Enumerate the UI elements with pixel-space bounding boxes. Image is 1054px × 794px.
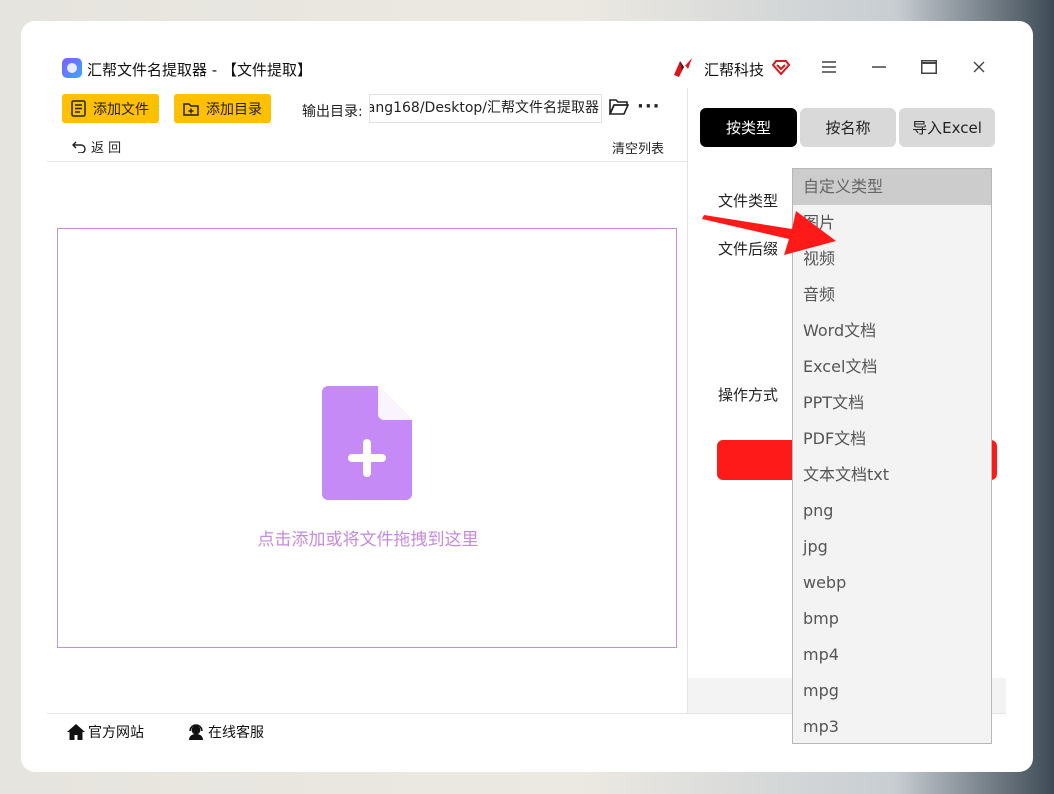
dropdown-option[interactable]: bmp (793, 601, 991, 637)
tab-by-type[interactable]: 按类型 (700, 108, 797, 147)
tab-by-name[interactable]: 按名称 (800, 108, 896, 147)
menu-button[interactable] (817, 55, 841, 79)
dropdown-option[interactable]: 自定义类型 (793, 169, 991, 205)
output-directory-field[interactable]: ang168/Desktop/汇帮文件名提取器 (369, 94, 602, 123)
brand-name: 汇帮科技 (704, 61, 765, 79)
brand-logo-icon (674, 58, 692, 77)
official-site-label: 官方网站 (88, 725, 144, 741)
dropdown-option[interactable]: 音频 (793, 277, 991, 313)
dropdown-option[interactable]: PDF文档 (793, 421, 991, 457)
toolbar-divider (47, 161, 687, 162)
home-icon (67, 724, 85, 740)
more-options-icon[interactable]: ··· (637, 96, 661, 117)
add-directory-label: 添加目录 (206, 101, 262, 118)
file-drop-zone[interactable]: 点击添加或将文件拖拽到这里 (57, 228, 677, 648)
dropdown-option[interactable]: png (793, 493, 991, 529)
operation-mode-label: 操作方式 (718, 386, 779, 404)
dropdown-option[interactable]: Word文档 (793, 313, 991, 349)
add-directory-button[interactable]: 添加目录 (174, 94, 271, 123)
app-logo-icon (62, 58, 82, 78)
maximize-icon (921, 60, 937, 74)
official-site-link[interactable]: 官方网站 (67, 722, 144, 742)
dropdown-option[interactable]: mpg (793, 673, 991, 709)
dropdown-option[interactable]: mp3 (793, 709, 991, 745)
headset-icon (189, 723, 203, 740)
maximize-button[interactable] (917, 55, 941, 79)
back-label: 返 回 (91, 141, 122, 156)
add-file-icon (322, 386, 412, 500)
heart-diamond-icon[interactable] (771, 57, 791, 77)
folder-plus-icon (183, 102, 199, 116)
dropdown-option[interactable]: 文本文档txt (793, 457, 991, 493)
close-button[interactable] (967, 55, 991, 79)
dropdown-option[interactable]: Excel文档 (793, 349, 991, 385)
tab-import-excel[interactable]: 导入Excel (899, 108, 995, 147)
output-directory-label: 输出目录: (302, 104, 363, 120)
window-title: 汇帮文件名提取器 - 【文件提取】 (87, 61, 312, 79)
undo-arrow-icon (72, 141, 86, 153)
folder-open-icon[interactable] (609, 98, 629, 116)
clear-list-button[interactable]: 清空列表 (612, 138, 664, 157)
file-list-icon (71, 100, 86, 117)
minimize-icon (872, 66, 886, 68)
hamburger-icon (822, 61, 836, 73)
minimize-button[interactable] (867, 55, 891, 79)
title-bar: 汇帮文件名提取器 - 【文件提取】 汇帮科技 (47, 47, 1006, 88)
dropdown-option[interactable]: PPT文档 (793, 385, 991, 421)
dropdown-option[interactable]: jpg (793, 529, 991, 565)
file-list-pane: 添加文件 添加目录 输出目录: ang168/Desktop/汇帮文件名提取器 … (47, 88, 687, 713)
drop-zone-hint: 点击添加或将文件拖拽到这里 (257, 530, 479, 550)
dropdown-option[interactable]: mp4 (793, 637, 991, 673)
dropdown-option[interactable]: webp (793, 565, 991, 601)
close-icon (973, 61, 985, 73)
add-file-label: 添加文件 (93, 101, 149, 118)
online-support-label: 在线客服 (208, 725, 264, 741)
back-button[interactable]: 返 回 (72, 137, 121, 156)
output-directory-value: ang168/Desktop/汇帮文件名提取器 (369, 100, 599, 116)
add-file-button[interactable]: 添加文件 (62, 94, 159, 123)
red-arrow-annotation (702, 211, 836, 255)
online-support-link[interactable]: 在线客服 (187, 722, 264, 742)
